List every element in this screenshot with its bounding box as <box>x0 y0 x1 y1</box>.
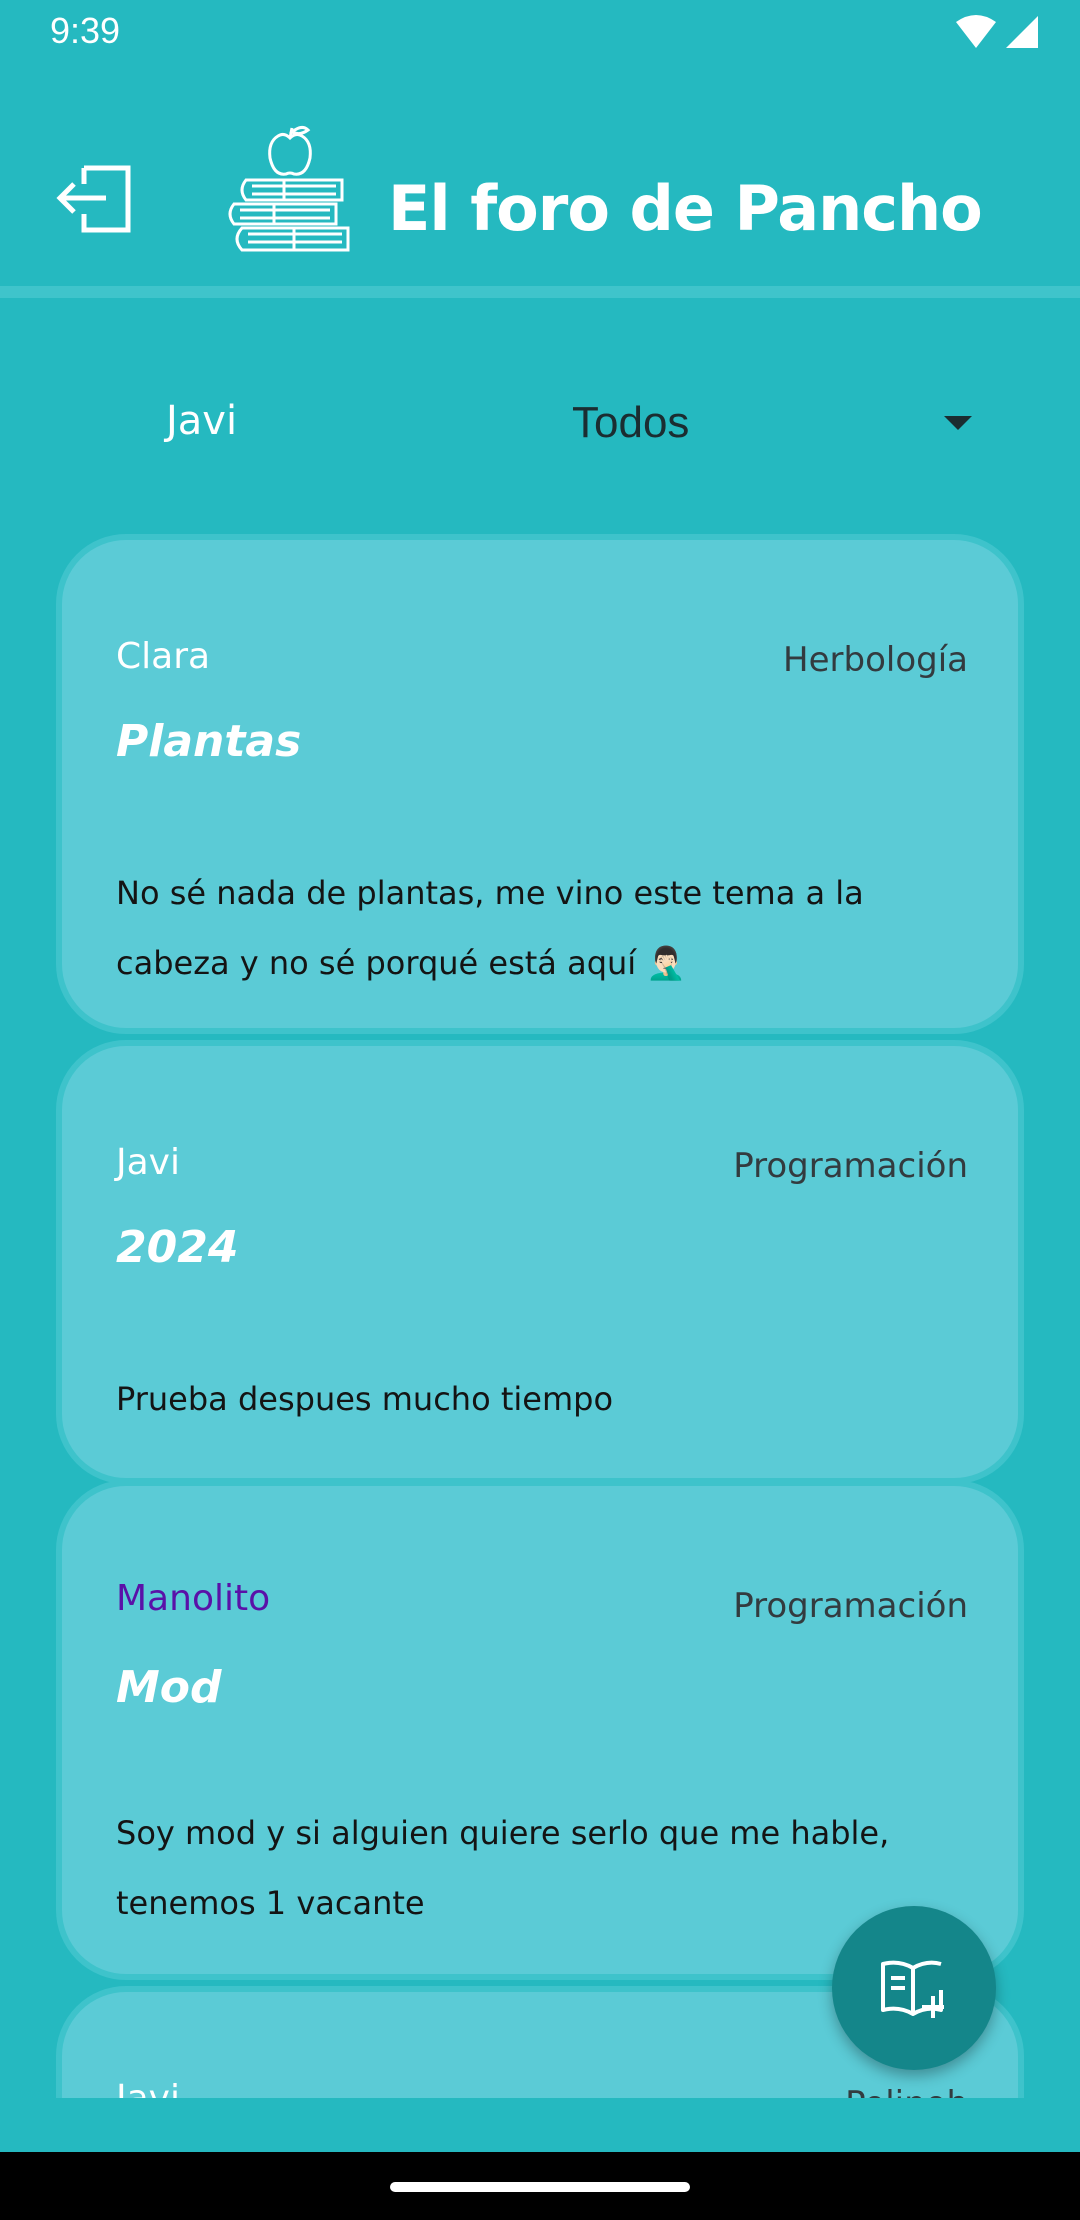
app-title: El foro de Pancho <box>388 172 983 245</box>
home-gesture-handle[interactable] <box>390 2182 690 2192</box>
post-category: Programación <box>733 1586 968 1626</box>
post-author[interactable]: Javi <box>116 2078 180 2098</box>
post-card[interactable]: Javi Programación 2024 Prueba despues mu… <box>56 1040 1024 1484</box>
books-apple-icon <box>228 125 350 252</box>
cell-signal-icon <box>1006 16 1038 48</box>
post-card[interactable]: Manolito Programación Mod Soy mod y si a… <box>56 1480 1024 1980</box>
post-category: Polinoh <box>845 2084 968 2098</box>
logout-icon <box>56 165 131 233</box>
posts-feed[interactable]: Clara Herbología Plantas No sé nada de p… <box>0 530 1080 2098</box>
post-body: Prueba despues mucho tiempo <box>116 1380 614 1418</box>
status-time: 9:39 <box>50 10 121 51</box>
post-title: 2024 <box>116 1222 239 1273</box>
post-author[interactable]: Clara <box>116 636 210 677</box>
new-post-button[interactable] <box>832 1906 996 2070</box>
post-title: Mod <box>116 1662 222 1713</box>
app-bar-divider <box>0 286 1080 298</box>
wifi-icon <box>956 15 996 48</box>
post-author[interactable]: Javi <box>116 1142 180 1183</box>
logout-button[interactable] <box>54 150 144 240</box>
current-user-label: Javi <box>166 398 238 444</box>
post-card[interactable]: Clara Herbología Plantas No sé nada de p… <box>56 534 1024 1034</box>
category-filter-value: Todos <box>572 398 690 447</box>
status-bar: 9:39 <box>0 0 1080 66</box>
caret-down-icon <box>944 416 972 430</box>
app-logo <box>224 124 354 256</box>
post-author-moderator[interactable]: Manolito <box>116 1578 270 1619</box>
category-filter-dropdown[interactable]: Todos <box>540 378 1000 468</box>
post-title: Plantas <box>116 716 302 767</box>
post-category: Programación <box>733 1146 968 1186</box>
post-body: Soy mod y si alguien quiere serlo que me… <box>116 1814 890 1922</box>
post-body: No sé nada de plantas, me vino este tema… <box>116 874 864 982</box>
post-category: Herbología <box>783 640 968 680</box>
system-nav-bar <box>0 2152 1080 2220</box>
new-post-book-icon <box>881 1960 944 2018</box>
